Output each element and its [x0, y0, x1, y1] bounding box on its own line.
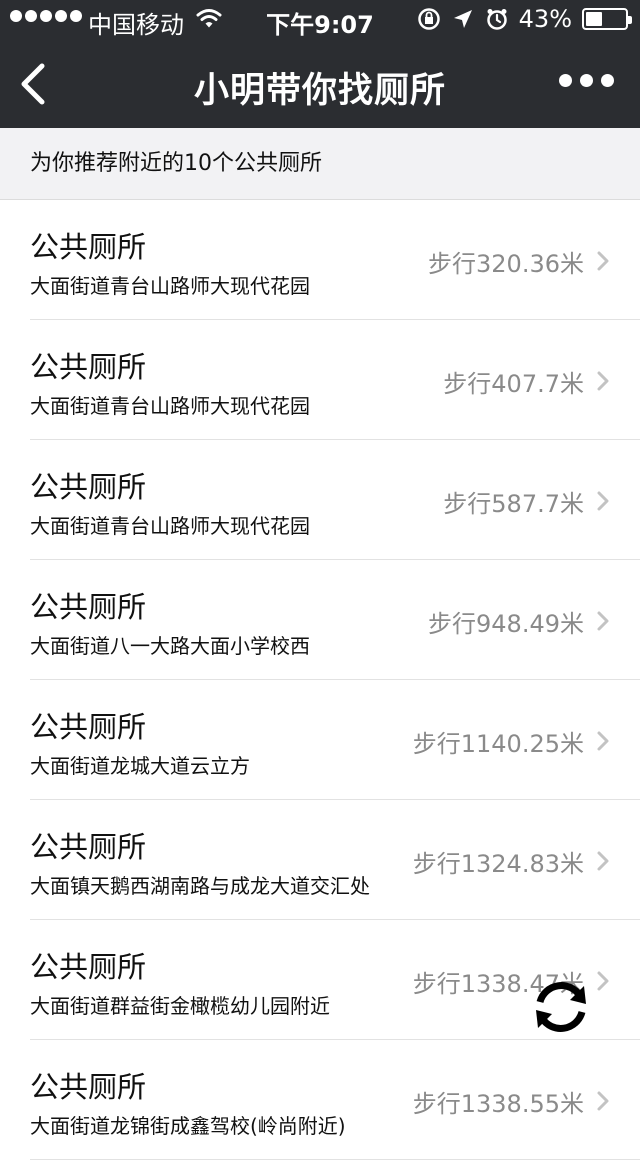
nav-bar: 小明带你找厕所	[0, 40, 640, 128]
location-icon	[453, 10, 472, 28]
list-item[interactable]: 公共厕所大面镇天鹅西湖南路与成龙大道交汇处 步行1324.83米	[0, 800, 640, 920]
list-item[interactable]: 公共厕所大面街道青台山路师大现代花园 步行320.36米	[0, 200, 640, 320]
toilet-address: 大面街道八一大路大面小学校西	[30, 634, 310, 658]
walking-distance: 步行1324.83米	[412, 850, 584, 878]
toilet-address: 大面镇天鹅西湖南路与成龙大道交汇处	[30, 874, 370, 898]
toilet-name: 公共厕所	[30, 710, 147, 744]
chevron-right-icon	[597, 251, 609, 271]
walking-distance: 步行587.7米	[443, 490, 584, 518]
toilet-name: 公共厕所	[30, 950, 147, 984]
recommendation-header: 为你推荐附近的10个公共厕所	[0, 128, 640, 200]
chevron-right-icon	[597, 1091, 609, 1111]
toilet-name: 公共厕所	[30, 470, 147, 504]
chevron-right-icon	[597, 851, 609, 871]
status-bar: 中国移动 下午9:07 43%	[0, 0, 640, 40]
battery-icon	[582, 8, 632, 30]
chevron-right-icon	[597, 611, 609, 631]
toilet-address: 大面街道青台山路师大现代花园	[30, 274, 310, 298]
toilet-name: 公共厕所	[30, 350, 147, 384]
list-item[interactable]: 公共厕所大面街道八一大路大面小学校西 步行948.49米	[0, 560, 640, 680]
toilet-address: 大面街道青台山路师大现代花园	[30, 394, 310, 418]
list-item[interactable]: 公共厕所大面街道青台山路师大现代花园 步行587.7米	[0, 440, 640, 560]
toilet-name: 公共厕所	[30, 230, 147, 264]
toilet-name: 公共厕所	[30, 830, 147, 864]
toilet-name: 公共厕所	[30, 1070, 147, 1104]
chevron-right-icon	[597, 371, 609, 391]
list-item[interactable]: 公共厕所大面街道龙城大道云立方 步行1140.25米	[0, 680, 640, 800]
toilet-address: 大面街道龙城大道云立方	[30, 754, 250, 778]
toilet-name: 公共厕所	[30, 590, 147, 624]
walking-distance: 步行1338.55米	[412, 1090, 584, 1118]
orientation-lock-icon	[417, 8, 440, 30]
walking-distance: 步行407.7米	[443, 370, 584, 398]
more-icon[interactable]	[559, 74, 614, 87]
list-item[interactable]: 公共厕所大面街道龙锦街成鑫驾校(岭尚附近) 步行1338.55米	[0, 1040, 640, 1160]
toilet-address: 大面街道龙锦街成鑫驾校(岭尚附近)	[30, 1114, 346, 1138]
walking-distance: 步行320.36米	[428, 250, 584, 278]
walking-distance: 步行1140.25米	[412, 730, 584, 758]
chevron-right-icon	[597, 731, 609, 751]
battery-percent: 43%	[518, 5, 572, 33]
walking-distance: 步行948.49米	[428, 610, 584, 638]
toilet-address: 大面街道群益街金橄榄幼儿园附近	[30, 994, 330, 1018]
refresh-icon[interactable]	[530, 976, 592, 1038]
alarm-icon	[486, 9, 507, 30]
chevron-right-icon	[597, 491, 609, 511]
list-item[interactable]: 公共厕所大面街道青台山路师大现代花园 步行407.7米	[0, 320, 640, 440]
toilet-address: 大面街道青台山路师大现代花园	[30, 514, 310, 538]
page-title: 小明带你找厕所	[193, 71, 446, 111]
chevron-right-icon	[597, 971, 609, 991]
